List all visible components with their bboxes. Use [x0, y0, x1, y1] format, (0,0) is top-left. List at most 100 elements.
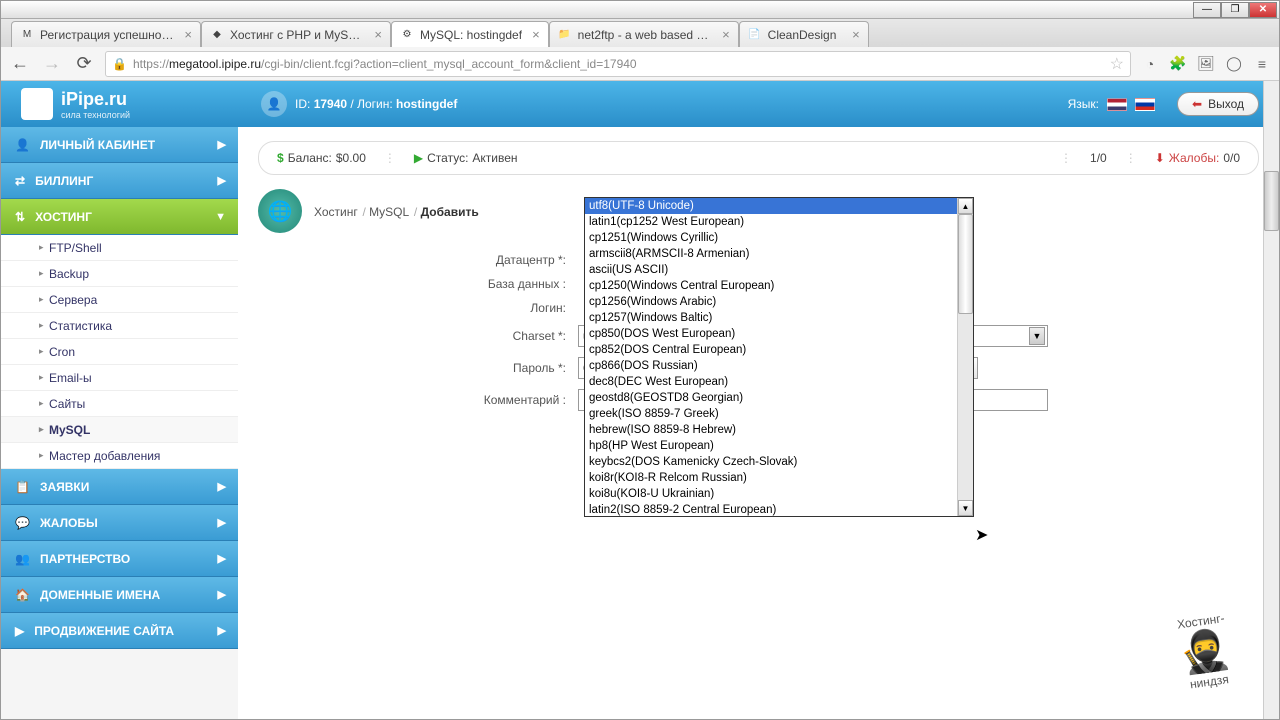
- tab-favicon-icon: 📁: [558, 28, 572, 42]
- sidebar-item[interactable]: 👥ПАРТНЕРСТВО▶: [1, 541, 238, 577]
- close-button[interactable]: ✕: [1249, 2, 1277, 18]
- dropdown-option[interactable]: ascii(US ASCII): [585, 262, 957, 278]
- tab-favicon-icon: 📄: [748, 28, 762, 42]
- language-label: Язык:: [1068, 97, 1099, 111]
- extension-icon[interactable]: ◯: [1225, 55, 1243, 73]
- flag-ru-icon[interactable]: [1135, 98, 1155, 111]
- tab-close-icon[interactable]: ×: [532, 27, 540, 42]
- sidebar-item[interactable]: 📋ЗАЯВКИ▶: [1, 469, 238, 505]
- browser-tab[interactable]: ◆Хостинг с PHP и MySQL,×: [201, 21, 391, 47]
- complaint-icon: ⬇: [1155, 151, 1165, 165]
- dropdown-option[interactable]: cp1257(Windows Baltic): [585, 310, 957, 326]
- url-text: https://megatool.ipipe.ru/cgi-bin/client…: [133, 56, 1104, 71]
- dropdown-scrollbar[interactable]: ▲ ▼: [957, 198, 973, 516]
- charset-dropdown-list[interactable]: utf8(UTF-8 Unicode)latin1(cp1252 West Eu…: [584, 197, 974, 517]
- sidebar-icon: ⇅: [15, 210, 25, 224]
- tab-favicon-icon: ◆: [210, 28, 224, 42]
- extension-icon[interactable]: ◔: [1141, 55, 1159, 73]
- user-icon: 👤: [261, 91, 287, 117]
- reload-button[interactable]: ⟳: [73, 53, 95, 75]
- sidebar-icon: ⇄: [15, 174, 25, 188]
- dropdown-option[interactable]: cp1250(Windows Central European): [585, 278, 957, 294]
- complaints-link[interactable]: Жалобы:: [1169, 151, 1220, 165]
- sidebar-subitem[interactable]: Cron: [1, 339, 238, 365]
- minimize-button[interactable]: —: [1193, 2, 1221, 18]
- sidebar-item-hosting[interactable]: ⇅ХОСТИНГ▼: [1, 199, 238, 235]
- dropdown-option[interactable]: geostd8(GEOSTD8 Georgian): [585, 390, 957, 406]
- sidebar-item[interactable]: 🏠ДОМЕННЫЕ ИМЕНА▶: [1, 577, 238, 613]
- dropdown-option[interactable]: dec8(DEC West European): [585, 374, 957, 390]
- scroll-down-icon[interactable]: ▼: [958, 500, 973, 516]
- maximize-button[interactable]: ❐: [1221, 2, 1249, 18]
- extension-icon[interactable]: ≡: [1253, 55, 1271, 73]
- breadcrumb-mysql[interactable]: MySQL: [369, 205, 409, 219]
- login-label: Логин:: [448, 301, 578, 315]
- back-button[interactable]: ←: [9, 53, 31, 75]
- browser-tab[interactable]: 📁net2ftp - a web based FTP×: [549, 21, 739, 47]
- sidebar-subitem[interactable]: Сервера: [1, 287, 238, 313]
- tab-close-icon[interactable]: ×: [722, 27, 730, 42]
- tab-close-icon[interactable]: ×: [852, 27, 860, 42]
- sidebar-item[interactable]: ▶ПРОДВИЖЕНИЕ САЙТА▶: [1, 613, 238, 649]
- dropdown-option[interactable]: greek(ISO 8859-7 Greek): [585, 406, 957, 422]
- breadcrumb-add: Добавить: [421, 205, 479, 219]
- dropdown-option[interactable]: latin2(ISO 8859-2 Central European): [585, 502, 957, 516]
- dropdown-option[interactable]: cp852(DOS Central European): [585, 342, 957, 358]
- tab-close-icon[interactable]: ×: [184, 27, 192, 42]
- tab-close-icon[interactable]: ×: [374, 27, 382, 42]
- sidebar-subitem[interactable]: Сайты: [1, 391, 238, 417]
- scroll-thumb[interactable]: [958, 214, 973, 314]
- dropdown-option[interactable]: koi8u(KOI8-U Ukrainian): [585, 486, 957, 502]
- dropdown-option[interactable]: hp8(HP West European): [585, 438, 957, 454]
- sidebar-subitem[interactable]: Email-ы: [1, 365, 238, 391]
- page-scrollbar[interactable]: [1263, 81, 1279, 719]
- sidebar-item[interactable]: ⇄БИЛЛИНГ▶: [1, 163, 238, 199]
- chevron-right-icon: ▶: [218, 138, 226, 151]
- logout-button[interactable]: ⬅ Выход: [1177, 92, 1259, 116]
- browser-tab[interactable]: 📄CleanDesign×: [739, 21, 869, 47]
- browser-tab[interactable]: ⚙MySQL: hostingdef×: [391, 21, 549, 47]
- dropdown-option[interactable]: armscii8(ARMSCII-8 Armenian): [585, 246, 957, 262]
- logo-icon: ◈: [21, 88, 53, 120]
- sidebar-subitem[interactable]: Мастер добавления: [1, 443, 238, 469]
- dropdown-option[interactable]: koi8r(KOI8-R Relcom Russian): [585, 470, 957, 486]
- sidebar-icon: 💬: [15, 516, 30, 530]
- bookmark-star-icon[interactable]: ☆: [1110, 54, 1124, 74]
- dropdown-option[interactable]: hebrew(ISO 8859-8 Hebrew): [585, 422, 957, 438]
- sidebar-item[interactable]: 💬ЖАЛОБЫ▶: [1, 505, 238, 541]
- breadcrumb-hosting[interactable]: Хостинг: [314, 205, 358, 219]
- chevron-right-icon: ▶: [218, 480, 226, 493]
- dropdown-arrow-icon[interactable]: ▼: [1029, 327, 1045, 345]
- dropdown-option[interactable]: latin1(cp1252 West European): [585, 214, 957, 230]
- chevron-right-icon: ▶: [218, 552, 226, 565]
- logo[interactable]: ◈ iPipe.ru сила технологий: [21, 88, 241, 120]
- user-info: ID: 17940 / Логин: hostingdef: [295, 97, 457, 111]
- exit-icon: ⬅: [1192, 97, 1202, 111]
- chevron-right-icon: ▶: [218, 588, 226, 601]
- sidebar-icon: 🏠: [15, 588, 30, 602]
- dropdown-option[interactable]: cp1256(Windows Arabic): [585, 294, 957, 310]
- extension-icon[interactable]: 🧩: [1169, 55, 1187, 73]
- flag-us-icon[interactable]: [1107, 98, 1127, 111]
- browser-tabs: MРегистрация успешно за×◆Хостинг с PHP и…: [1, 19, 1279, 47]
- dropdown-option[interactable]: cp866(DOS Russian): [585, 358, 957, 374]
- forward-button[interactable]: →: [41, 53, 63, 75]
- dropdown-option[interactable]: cp1251(Windows Cyrillic): [585, 230, 957, 246]
- sidebar-icon: ▶: [15, 624, 24, 638]
- dropdown-option[interactable]: utf8(UTF-8 Unicode): [585, 198, 957, 214]
- dropdown-option[interactable]: keybcs2(DOS Kamenicky Czech-Slovak): [585, 454, 957, 470]
- browser-tab[interactable]: MРегистрация успешно за×: [11, 21, 201, 47]
- page-scroll-thumb[interactable]: [1264, 171, 1279, 231]
- sidebar-subitem[interactable]: MySQL: [1, 417, 238, 443]
- dropdown-option[interactable]: cp850(DOS West European): [585, 326, 957, 342]
- extension-icon[interactable]: 🖼: [1197, 55, 1215, 73]
- comment-label: Комментарий :: [448, 393, 578, 407]
- globe-icon: 🌐: [258, 189, 302, 233]
- address-bar[interactable]: 🔒 https://megatool.ipipe.ru/cgi-bin/clie…: [105, 51, 1131, 77]
- sidebar-item[interactable]: 👤ЛИЧНЫЙ КАБИНЕТ▶: [1, 127, 238, 163]
- sidebar-subitem[interactable]: Backup: [1, 261, 238, 287]
- sidebar-subitem[interactable]: Статистика: [1, 313, 238, 339]
- scroll-up-icon[interactable]: ▲: [958, 198, 973, 214]
- ninja-icon: 🥷: [1177, 624, 1233, 677]
- sidebar-subitem[interactable]: FTP/Shell: [1, 235, 238, 261]
